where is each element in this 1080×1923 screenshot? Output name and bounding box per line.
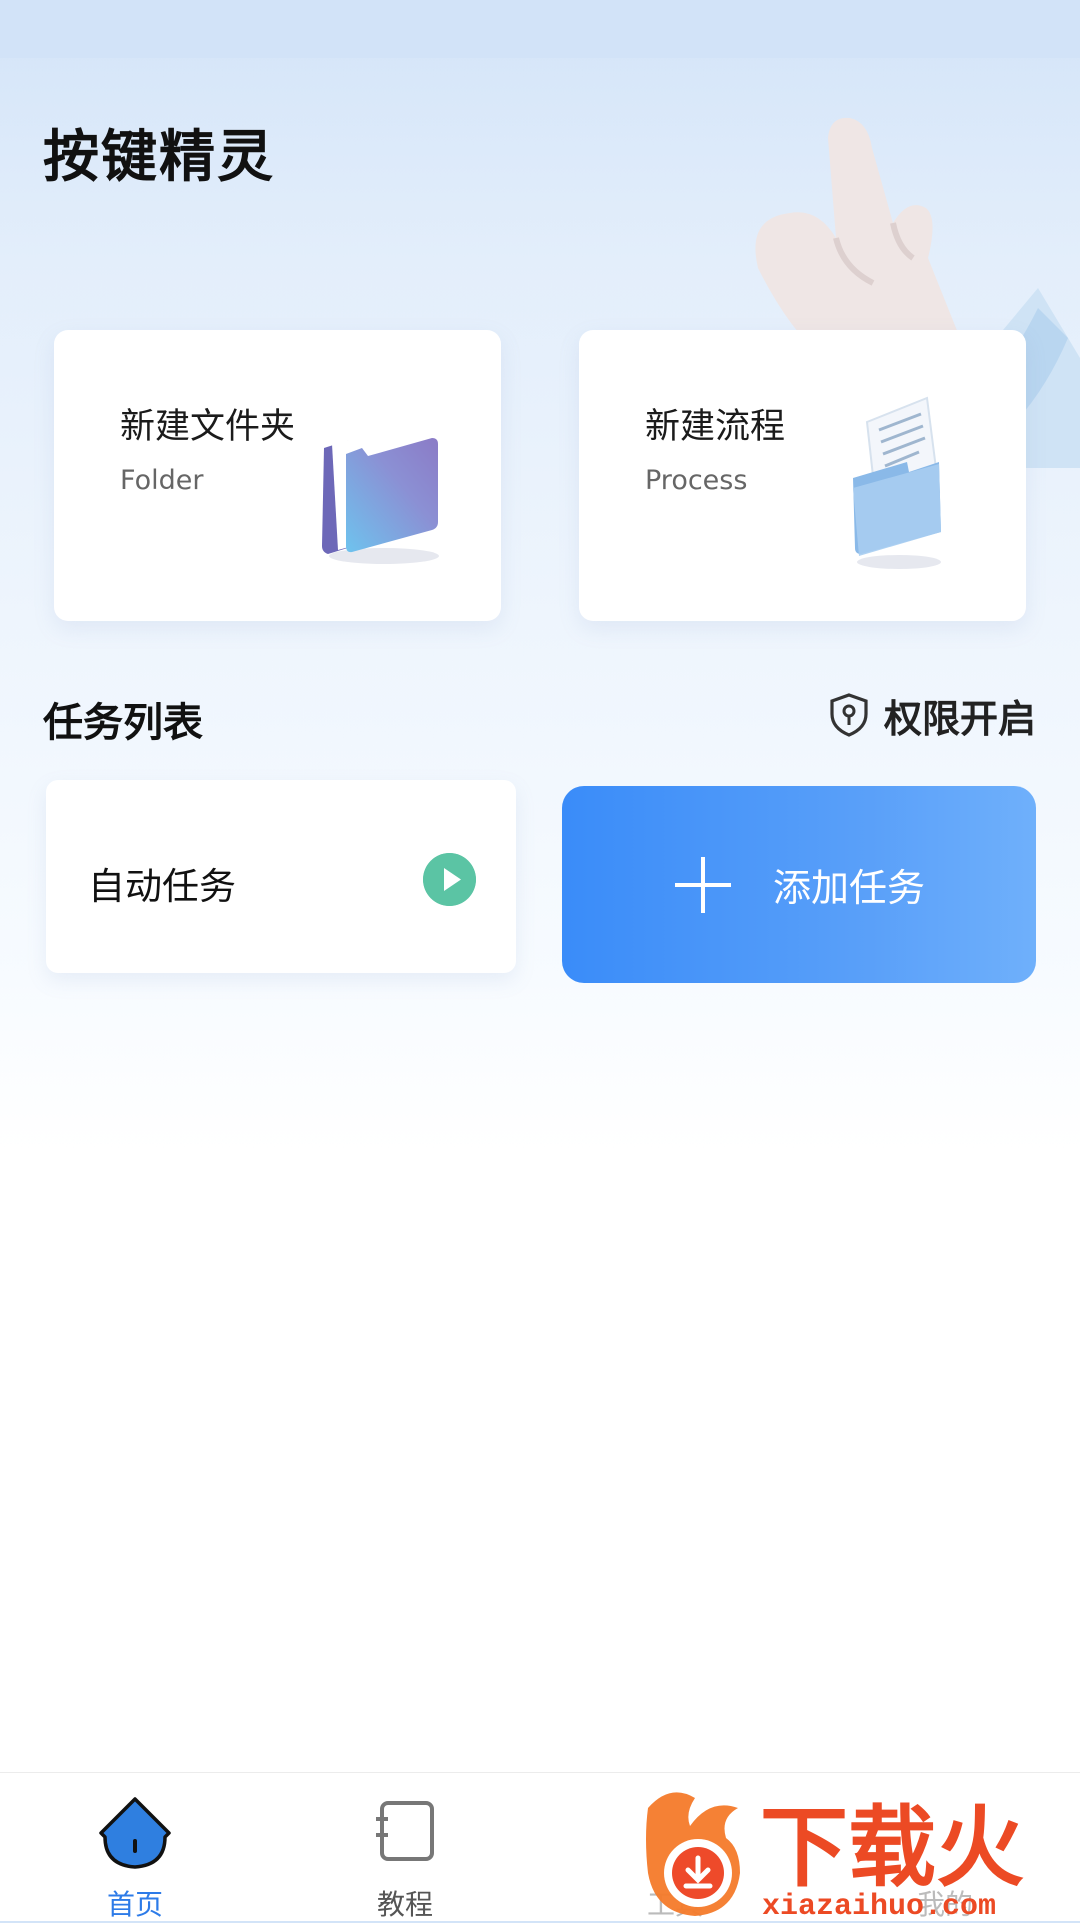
new-folder-title: 新建文件夹 [120,407,296,447]
svg-text:下载火: 下载火 [760,1798,1024,1897]
new-process-subtitle: Process [645,465,748,496]
play-icon[interactable] [423,853,476,906]
nav-item-home[interactable]: 首页 [0,1773,270,1921]
add-task-label: 添加任务 [772,866,925,910]
nav-label-home: 首页 [106,1888,163,1921]
task-name: 自动任务 [88,865,236,908]
watermark-logo: 下载火 xiazaihuo.com [646,1792,1024,1920]
shield-key-icon [830,693,868,737]
tutorial-icon [376,1801,434,1861]
process-document-icon [853,396,941,569]
folder-icon [322,424,439,564]
new-process-title: 新建流程 [645,407,786,447]
new-folder-subtitle: Folder [120,465,204,496]
nav-label-tutorial: 教程 [376,1888,433,1921]
task-item-card[interactable]: 自动任务 [46,780,516,973]
new-folder-card[interactable]: 新建文件夹 Folder [54,330,501,621]
permission-label: 权限开启 [883,696,1036,741]
permission-button[interactable]: 权限开启 [828,688,1036,742]
task-list-title: 任务列表 [43,700,203,746]
app-title: 按键精灵 [43,125,275,190]
add-task-button[interactable]: 添加任务 [562,786,1036,983]
plus-icon [674,856,731,913]
status-bar [0,0,1080,58]
nav-item-tutorial[interactable]: 教程 [270,1773,540,1921]
home-icon [99,1797,171,1869]
svg-text:xiazaihuo.com: xiazaihuo.com [762,1890,996,1920]
new-process-card[interactable]: 新建流程 Process [579,330,1026,621]
